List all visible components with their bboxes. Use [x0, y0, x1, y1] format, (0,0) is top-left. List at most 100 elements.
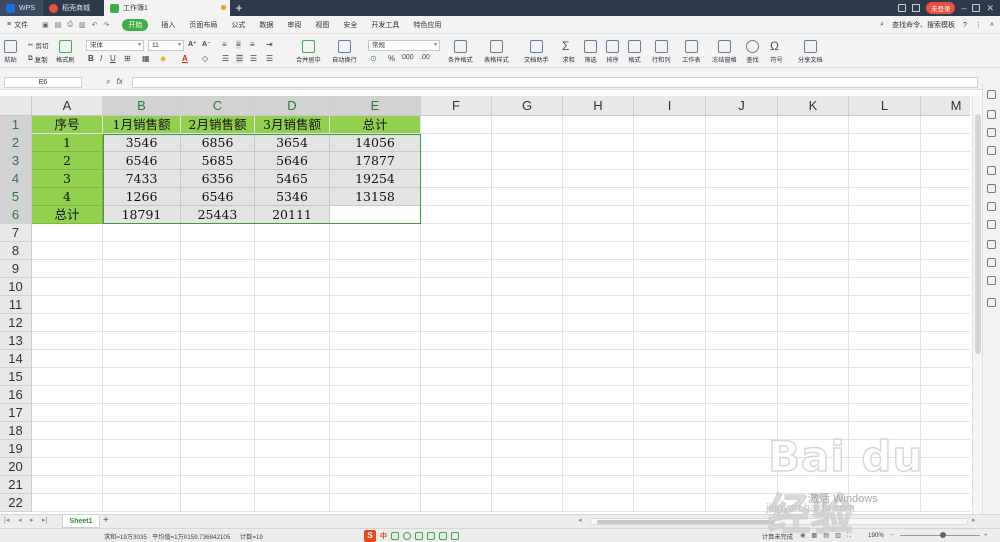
cell[interactable] [103, 386, 181, 404]
cell[interactable] [778, 242, 849, 260]
cell[interactable] [492, 296, 563, 314]
keyboard-icon[interactable] [427, 532, 435, 540]
cell[interactable] [103, 350, 181, 368]
grow-font-icon[interactable]: A⁺ [188, 40, 197, 48]
cell[interactable] [330, 476, 421, 494]
cell[interactable] [778, 440, 849, 458]
column-header[interactable]: C [181, 96, 255, 116]
cell[interactable] [849, 458, 921, 476]
cell[interactable] [921, 440, 970, 458]
cell[interactable] [849, 332, 921, 350]
cell[interactable] [921, 224, 970, 242]
cell[interactable]: 13158 [330, 188, 421, 206]
cell[interactable] [255, 386, 330, 404]
cell[interactable]: 序号 [32, 116, 103, 134]
cell[interactable] [706, 332, 778, 350]
cell[interactable] [706, 350, 778, 368]
column-header[interactable]: K [778, 96, 849, 116]
cell[interactable] [706, 116, 778, 134]
table-style-button[interactable]: 表格样式 [484, 40, 509, 64]
cell[interactable] [921, 368, 970, 386]
next-sheet-icon[interactable]: ▸ [30, 516, 34, 524]
cell[interactable] [634, 152, 706, 170]
cell[interactable] [181, 224, 255, 242]
emoji-icon[interactable] [403, 532, 411, 540]
cell[interactable] [255, 422, 330, 440]
align-left-icon[interactable]: ☰ [222, 54, 229, 63]
cell[interactable] [921, 404, 970, 422]
cell[interactable] [492, 152, 563, 170]
cell[interactable] [563, 458, 634, 476]
punct-icon[interactable] [391, 532, 399, 540]
cell[interactable] [181, 440, 255, 458]
cell[interactable] [32, 332, 103, 350]
cell[interactable] [492, 368, 563, 386]
align-middle-icon[interactable]: ≡ [236, 40, 241, 49]
find-button[interactable]: 查找 [746, 40, 759, 64]
cell[interactable] [849, 476, 921, 494]
cell[interactable] [492, 134, 563, 152]
cell[interactable] [421, 332, 492, 350]
sort-button[interactable]: 排序 [606, 40, 619, 64]
print-icon[interactable]: ⎙ [67, 21, 73, 29]
cell[interactable] [330, 314, 421, 332]
cell[interactable] [706, 494, 778, 512]
cell[interactable] [634, 404, 706, 422]
cell[interactable] [421, 170, 492, 188]
cell[interactable] [921, 350, 970, 368]
cell[interactable] [921, 134, 970, 152]
vertical-scrollbar[interactable] [972, 96, 982, 514]
help-circle-icon[interactable] [987, 298, 996, 307]
cell[interactable] [778, 296, 849, 314]
paste-button[interactable]: 粘贴 [4, 40, 17, 64]
cell[interactable] [634, 332, 706, 350]
vertical-scroll-thumb[interactable] [975, 114, 981, 354]
cell[interactable]: 1 [32, 134, 103, 152]
cell[interactable]: 5685 [181, 152, 255, 170]
cell[interactable] [563, 350, 634, 368]
name-box[interactable]: E6 [4, 77, 82, 88]
number-format-select[interactable]: 常规 [368, 40, 440, 51]
cell[interactable] [103, 368, 181, 386]
underline-icon[interactable]: U [110, 54, 116, 63]
column-header[interactable]: H [563, 96, 634, 116]
cell[interactable]: 5646 [255, 152, 330, 170]
menu-formulas[interactable]: 公式 [224, 16, 252, 34]
clipboard-icon[interactable] [987, 184, 996, 193]
history-icon[interactable] [987, 276, 996, 285]
cell[interactable]: 25443 [181, 206, 255, 224]
cell[interactable] [634, 170, 706, 188]
tab-wps[interactable]: WPS [0, 0, 42, 16]
help-icon[interactable]: ? [963, 22, 967, 29]
skin-icon[interactable] [911, 4, 920, 12]
cell[interactable]: 3 [32, 170, 103, 188]
cell[interactable] [492, 278, 563, 296]
cell[interactable] [849, 386, 921, 404]
pointer-icon[interactable] [987, 90, 996, 99]
cell[interactable] [634, 386, 706, 404]
share-button[interactable]: 分享文档 [798, 40, 823, 64]
cell[interactable]: 5346 [255, 188, 330, 206]
cell[interactable] [255, 368, 330, 386]
cell[interactable] [778, 206, 849, 224]
cell[interactable] [181, 386, 255, 404]
cell[interactable] [706, 458, 778, 476]
cell[interactable] [706, 152, 778, 170]
column-header[interactable]: A [32, 96, 103, 116]
cell[interactable] [330, 260, 421, 278]
cell[interactable] [563, 188, 634, 206]
menu-file[interactable]: ≡ 文件 [0, 16, 35, 34]
cell[interactable] [563, 476, 634, 494]
cell[interactable] [921, 278, 970, 296]
currency-icon[interactable]: ⊙ [370, 54, 377, 63]
cell[interactable] [849, 404, 921, 422]
cell[interactable] [634, 134, 706, 152]
cell[interactable] [330, 332, 421, 350]
cell[interactable] [563, 260, 634, 278]
cell[interactable]: 5465 [255, 170, 330, 188]
cell[interactable] [255, 404, 330, 422]
backup-icon[interactable] [987, 258, 996, 267]
cell[interactable] [181, 296, 255, 314]
cell[interactable] [634, 278, 706, 296]
cell[interactable] [634, 458, 706, 476]
